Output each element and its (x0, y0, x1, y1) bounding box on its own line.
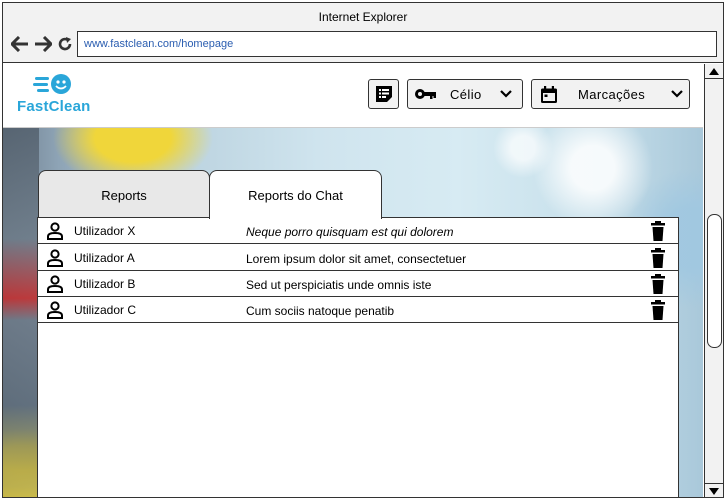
window-title: Internet Explorer (318, 10, 408, 24)
address-bar[interactable]: www.fastclean.com/homepage (77, 31, 717, 57)
user-icon (46, 249, 64, 272)
reload-icon (58, 37, 72, 51)
report-user: Utilizador A (74, 251, 135, 265)
user-icon (46, 301, 64, 324)
table-row[interactable]: Utilizador B Sed ut perspiciatis unde om… (38, 271, 678, 297)
back-arrow-icon (11, 36, 28, 52)
user-icon (46, 275, 64, 298)
notes-button[interactable] (368, 79, 399, 109)
delete-report-button[interactable] (651, 221, 665, 246)
reload-button[interactable] (55, 34, 75, 54)
table-row[interactable]: Utilizador A Lorem ipsum dolor sit amet,… (38, 245, 678, 271)
trash-icon (651, 221, 665, 241)
chevron-down-icon (671, 90, 683, 98)
appointments-menu-button[interactable]: Marcações (531, 79, 690, 109)
scroll-down-button[interactable] (705, 483, 723, 497)
delete-report-button[interactable] (651, 248, 665, 273)
calendar-icon (540, 86, 558, 104)
browser-window: Internet Explorer www.fastclean.com/home… (2, 2, 724, 498)
delete-report-button[interactable] (651, 274, 665, 299)
user-icon (46, 222, 64, 245)
tab-reports[interactable]: Reports (38, 170, 210, 219)
user-name-label: Célio (450, 87, 482, 102)
trash-icon (651, 300, 665, 320)
triangle-up-icon (709, 67, 719, 75)
tab-label: Reports do Chat (248, 187, 343, 203)
notes-icon (375, 86, 392, 102)
forward-arrow-icon (35, 36, 52, 52)
chat-reports-table: Utilizador X Neque porro quisquam est qu… (37, 217, 679, 497)
browser-titlebar: Internet Explorer www.fastclean.com/home… (3, 3, 723, 63)
trash-icon (651, 274, 665, 294)
table-row[interactable]: Utilizador X Neque porro quisquam est qu… (38, 218, 678, 244)
report-message: Neque porro quisquam est qui dolorem (246, 225, 454, 239)
scroll-up-button[interactable] (705, 64, 723, 79)
report-message: Lorem ipsum dolor sit amet, consectetuer (246, 252, 467, 266)
delete-report-button[interactable] (651, 300, 665, 325)
trash-icon (651, 248, 665, 268)
vertical-scrollbar[interactable] (704, 64, 723, 497)
key-icon (414, 88, 436, 100)
report-message: Sed ut perspiciatis unde omnis iste (246, 278, 432, 292)
logo-text: FastClean (17, 98, 91, 115)
app-header: FastClean Célio Marcações (3, 64, 703, 128)
report-user: Utilizador C (74, 303, 137, 317)
logo-mark-icon (33, 74, 71, 94)
chevron-down-icon (500, 90, 512, 98)
report-message: Cum sociis natoque penatib (246, 304, 395, 318)
table-row[interactable]: Utilizador C Cum sociis natoque penatib (38, 297, 678, 323)
triangle-down-icon (709, 487, 719, 495)
tab-reports-do-chat[interactable]: Reports do Chat (209, 170, 382, 219)
back-button[interactable] (10, 34, 30, 54)
hero-background-edge (3, 128, 39, 497)
forward-button[interactable] (33, 34, 53, 54)
scrollbar-thumb[interactable] (707, 214, 722, 348)
page-viewport: FastClean Célio Marcações Reports Report… (3, 64, 703, 497)
appointments-label: Marcações (578, 87, 646, 102)
user-menu-button[interactable]: Célio (407, 79, 523, 109)
tab-label: Reports (101, 187, 147, 203)
report-user: Utilizador X (74, 224, 136, 238)
report-user: Utilizador B (74, 277, 136, 291)
